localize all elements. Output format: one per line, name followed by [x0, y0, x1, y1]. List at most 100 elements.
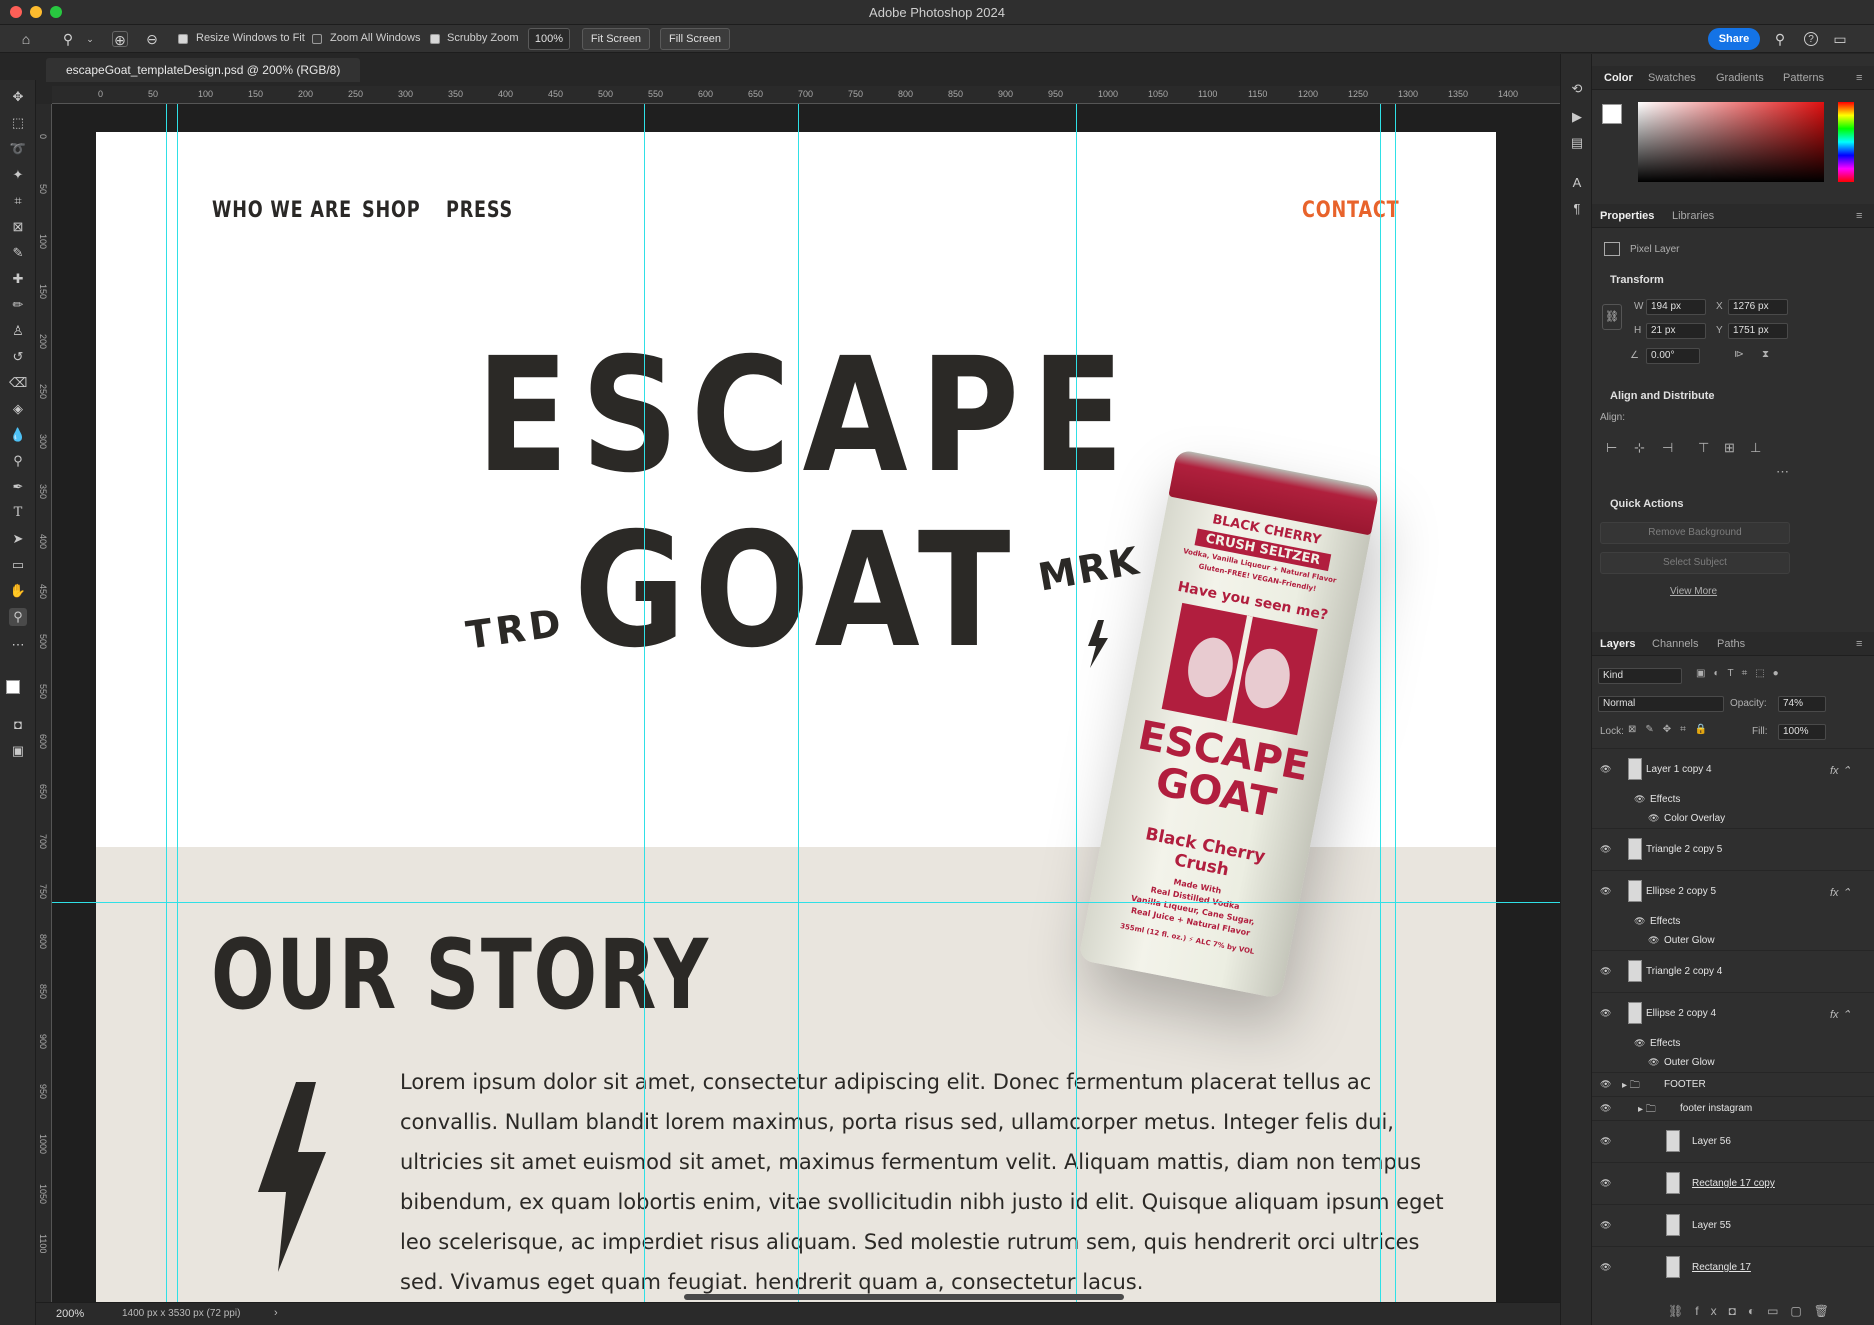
visibility-eye-icon[interactable]: 👁	[1600, 1262, 1611, 1273]
zoom-value-field[interactable]: 100%	[528, 28, 570, 50]
lock-icons[interactable]: ⊠✎✥⌗🔒	[1628, 724, 1716, 735]
layer-effect-row[interactable]: 👁 Color Overlay	[1592, 809, 1874, 828]
path-selection-tool-icon[interactable]: ➤	[9, 530, 27, 548]
layer-row[interactable]: 👁 Triangle 2 copy 5	[1592, 828, 1874, 870]
share-button[interactable]: Share	[1708, 28, 1760, 50]
chevron-down-icon[interactable]: ⌄	[82, 31, 98, 47]
visibility-eye-icon[interactable]: 👁	[1600, 1008, 1611, 1019]
visibility-eye-icon[interactable]: 👁	[1600, 966, 1611, 977]
layer-group-row[interactable]: 👁 ▸ 🗀 footer instagram	[1592, 1096, 1874, 1120]
fill-field[interactable]: 100%	[1778, 724, 1826, 740]
scrubby-zoom-checkbox[interactable]	[430, 34, 440, 44]
guide-horizontal[interactable]	[52, 902, 1560, 903]
pen-tool-icon[interactable]: ✒	[9, 478, 27, 496]
fit-screen-button[interactable]: Fit Screen	[582, 28, 650, 50]
layer-list[interactable]: 👁 Layer 1 copy 4 fx ⌃ 👁 Effects 👁 Color Overla…	[1592, 748, 1874, 1308]
guide-vertical[interactable]	[166, 104, 167, 1302]
layer-actions-bar[interactable]: ⛓fx◘◐▭▢🗑	[1668, 1304, 1841, 1318]
chevron-right-icon[interactable]: ›	[274, 1307, 278, 1319]
visibility-eye-icon[interactable]: 👁	[1648, 1057, 1659, 1068]
document-tab[interactable]: escapeGoat_templateDesign.psd @ 200% (RG…	[46, 58, 361, 82]
more-tools-icon[interactable]: ⋯	[9, 636, 27, 654]
eyedropper-tool-icon[interactable]: ✎	[9, 244, 27, 262]
search-icon[interactable]: ⚲	[1772, 31, 1788, 47]
align-center-icon[interactable]: ⊹	[1634, 440, 1645, 456]
clone-stamp-tool-icon[interactable]: ♙	[9, 322, 27, 340]
fill-screen-button[interactable]: Fill Screen	[660, 28, 730, 50]
lasso-tool-icon[interactable]: ➰	[9, 140, 27, 158]
blend-mode-select[interactable]: Normal	[1598, 696, 1724, 712]
horizontal-scrollbar[interactable]	[684, 1294, 1124, 1300]
quick-mask-icon[interactable]: ◘	[9, 716, 27, 734]
workspace-icon[interactable]: ▭	[1832, 31, 1848, 47]
guide-vertical[interactable]	[1076, 104, 1077, 1302]
tab-swatches[interactable]: Swatches	[1648, 72, 1696, 84]
layer-effects-fx-icon[interactable]: fx ⌃	[1830, 764, 1851, 777]
tab-channels[interactable]: Channels	[1652, 638, 1698, 650]
layer-row[interactable]: 👁 Layer 1 copy 4 fx ⌃	[1592, 748, 1874, 790]
visibility-eye-icon[interactable]: 👁	[1634, 1038, 1645, 1049]
blur-tool-icon[interactable]: 💧	[9, 426, 27, 444]
layer-filter-kind[interactable]: Kind	[1598, 668, 1682, 684]
canvas-area[interactable]: WHO WE ARE SHOP PRESS CONTACT ESCAPE GOA…	[52, 104, 1560, 1302]
guide-vertical[interactable]	[177, 104, 178, 1302]
history-panel-icon[interactable]: ⟲	[1568, 80, 1586, 98]
layer-row[interactable]: 👁 Layer 56	[1592, 1120, 1874, 1162]
paragraph-panel-icon[interactable]: ¶	[1568, 200, 1586, 218]
healing-brush-tool-icon[interactable]: ✚	[9, 270, 27, 288]
layer-effect-row[interactable]: 👁 Effects	[1592, 912, 1874, 931]
guide-vertical[interactable]	[644, 104, 645, 1302]
view-more-link[interactable]: View More	[1670, 586, 1717, 597]
brush-tool-icon[interactable]: ✏	[9, 296, 27, 314]
align-left-icon[interactable]: ⊢	[1606, 440, 1617, 456]
crop-tool-icon[interactable]: ⌗	[9, 192, 27, 210]
remove-background-button[interactable]: Remove Background	[1600, 522, 1790, 544]
layer-effect-row[interactable]: 👁 Outer Glow	[1592, 931, 1874, 950]
tab-color[interactable]: Color	[1604, 72, 1633, 84]
align-top-icon[interactable]: ⊤	[1698, 440, 1709, 456]
guide-vertical[interactable]	[1380, 104, 1381, 1302]
width-field[interactable]: 194 px	[1646, 299, 1706, 315]
visibility-eye-icon[interactable]: 👁	[1648, 935, 1659, 946]
tab-libraries[interactable]: Libraries	[1672, 210, 1714, 222]
link-icon[interactable]: ⛓	[1602, 304, 1622, 330]
transform-section-title[interactable]: Transform	[1610, 274, 1664, 286]
select-subject-button[interactable]: Select Subject	[1600, 552, 1790, 574]
visibility-eye-icon[interactable]: 👁	[1634, 916, 1645, 927]
tab-paths[interactable]: Paths	[1717, 638, 1745, 650]
align-section-title[interactable]: Align and Distribute	[1610, 390, 1715, 402]
zoom-level[interactable]: 200%	[56, 1308, 84, 1320]
document-canvas[interactable]: WHO WE ARE SHOP PRESS CONTACT ESCAPE GOA…	[96, 132, 1496, 1302]
guide-vertical[interactable]	[1395, 104, 1396, 1302]
visibility-eye-icon[interactable]: 👁	[1600, 1079, 1611, 1090]
layer-effect-row[interactable]: 👁 Effects	[1592, 1034, 1874, 1053]
tab-layers[interactable]: Layers	[1600, 638, 1635, 650]
actions-panel-icon[interactable]: ▶	[1568, 108, 1586, 126]
tab-gradients[interactable]: Gradients	[1716, 72, 1764, 84]
visibility-eye-icon[interactable]: 👁	[1648, 813, 1659, 824]
rectangle-tool-icon[interactable]: ▭	[9, 556, 27, 574]
y-field[interactable]: 1751 px	[1728, 323, 1788, 339]
frame-tool-icon[interactable]: ⊠	[9, 218, 27, 236]
color-swatch-foreground[interactable]	[1602, 104, 1622, 124]
color-picker-field[interactable]	[1638, 102, 1824, 182]
height-field[interactable]: 21 px	[1646, 323, 1706, 339]
help-icon[interactable]: ?	[1804, 32, 1818, 46]
visibility-eye-icon[interactable]: 👁	[1600, 764, 1611, 775]
opacity-field[interactable]: 74%	[1778, 696, 1826, 712]
panel-menu-icon[interactable]: ≡	[1856, 72, 1862, 84]
flip-horizontal-icon[interactable]: ⧐	[1734, 349, 1744, 360]
marquee-tool-icon[interactable]: ⬚	[9, 114, 27, 132]
layer-row[interactable]: 👁 Rectangle 17	[1592, 1246, 1874, 1288]
layer-effect-row[interactable]: 👁 Outer Glow	[1592, 1053, 1874, 1072]
dodge-tool-icon[interactable]: ⚲	[9, 452, 27, 470]
x-field[interactable]: 1276 px	[1728, 299, 1788, 315]
angle-field[interactable]: 0.00°	[1646, 348, 1700, 364]
history-brush-tool-icon[interactable]: ↺	[9, 348, 27, 366]
layer-row[interactable]: 👁 Rectangle 17 copy	[1592, 1162, 1874, 1204]
layer-effects-fx-icon[interactable]: fx ⌃	[1830, 1008, 1851, 1021]
flip-vertical-icon[interactable]: ⧗	[1762, 349, 1769, 360]
eraser-tool-icon[interactable]: ⌫	[9, 374, 27, 392]
layer-row[interactable]: 👁 Ellipse 2 copy 4 fx ⌃	[1592, 992, 1874, 1034]
foreground-color-swatch[interactable]	[6, 680, 20, 694]
